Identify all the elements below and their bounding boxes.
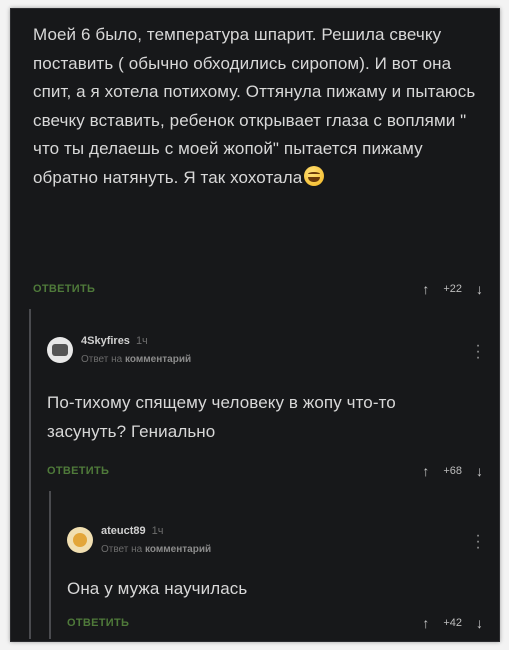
comment-time: 1ч: [135, 335, 148, 347]
more-options-icon[interactable]: · · ·: [475, 528, 481, 556]
upvote-arrow-icon[interactable]: ↑: [422, 615, 429, 631]
comments-panel: Моей 6 было, температура шпарит. Решила …: [10, 8, 500, 642]
reply-button[interactable]: ОТВЕТИТЬ: [67, 617, 129, 629]
comment-1: Моей 6 было, температура шпарит. Решила …: [33, 21, 483, 192]
reply-to-link[interactable]: комментарий: [125, 354, 191, 365]
vote-controls: ↑ +68 ↓: [422, 461, 483, 481]
reply-to-prefix: Ответ на: [101, 544, 143, 555]
more-options-icon[interactable]: · · ·: [475, 338, 481, 366]
reply-to-line: Ответ на комментарий: [101, 544, 211, 555]
comment-1-actions: ОТВЕТИТЬ ↑ +22 ↓: [33, 279, 483, 299]
score-count: +22: [443, 283, 462, 295]
upvote-arrow-icon[interactable]: ↑: [422, 281, 429, 297]
comment-time: 1ч: [151, 525, 164, 537]
grinning-sweat-emoji-icon: [304, 165, 325, 186]
comment-2-text: По-тихому спящему человеку в жопу что-то…: [47, 393, 396, 441]
reply-to-line: Ответ на комментарий: [81, 354, 191, 365]
reply-to-link[interactable]: комментарий: [145, 544, 211, 555]
downvote-arrow-icon[interactable]: ↓: [476, 615, 483, 631]
downvote-arrow-icon[interactable]: ↓: [476, 463, 483, 479]
reply-button[interactable]: ОТВЕТИТЬ: [47, 465, 109, 477]
vote-controls: ↑ +22 ↓: [422, 279, 483, 299]
avatar[interactable]: [67, 527, 93, 553]
username-text: 4Skyfires: [81, 335, 130, 347]
score-count: +68: [443, 465, 462, 477]
downvote-arrow-icon[interactable]: ↓: [476, 281, 483, 297]
reply-to-prefix: Ответ на: [81, 354, 123, 365]
comment-2-actions: ОТВЕТИТЬ ↑ +68 ↓: [47, 461, 483, 481]
thread-line: [29, 309, 31, 639]
comment-1-text: Моей 6 было, температура шпарит. Решила …: [33, 25, 476, 187]
username[interactable]: 4Skyfires 1ч: [81, 335, 148, 347]
comment-3-text: Она у мужа научилась: [67, 579, 248, 598]
username[interactable]: ateuct89 1ч: [101, 525, 164, 537]
username-text: ateuct89: [101, 525, 146, 537]
thread-line: [49, 491, 51, 639]
upvote-arrow-icon[interactable]: ↑: [422, 463, 429, 479]
vote-controls: ↑ +42 ↓: [422, 613, 483, 633]
avatar[interactable]: [47, 337, 73, 363]
score-count: +42: [443, 617, 462, 629]
reply-button[interactable]: ОТВЕТИТЬ: [33, 283, 95, 295]
comment-3-actions: ОТВЕТИТЬ ↑ +42 ↓: [67, 613, 483, 633]
